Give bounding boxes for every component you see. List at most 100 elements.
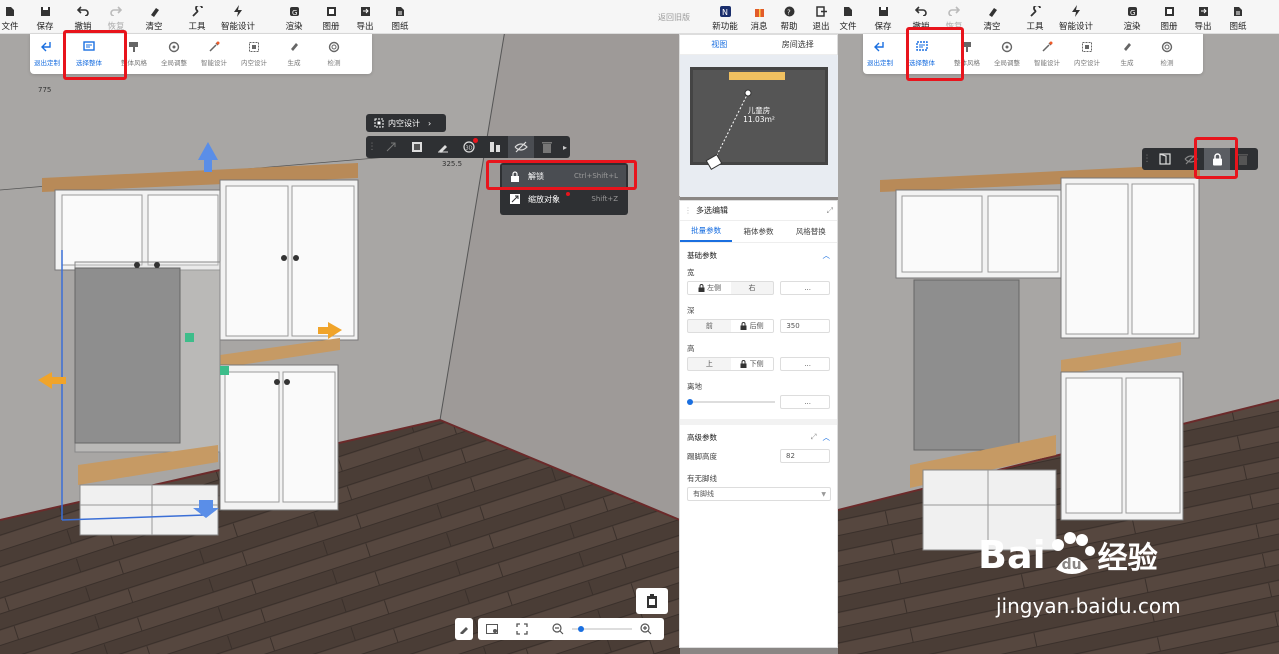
minimap-tabs: 视图 房间选择 [680, 35, 837, 55]
global-adjust-button[interactable]: 全局调整 [154, 34, 194, 74]
eye-hidden-icon [514, 141, 528, 153]
toolbar-undo[interactable]: 撤销 [64, 0, 102, 34]
collapse-chevron-icon[interactable]: ︿ [823, 250, 831, 261]
toolbar-export[interactable]: 导出 [1186, 0, 1220, 34]
lock-icon [740, 360, 747, 368]
view-controls [478, 618, 664, 640]
ground-slider[interactable] [687, 395, 775, 409]
smart-design-button[interactable]: 智能设计 [1027, 34, 1067, 74]
toolbar-drawing[interactable]: 图纸 [1220, 0, 1256, 34]
pencil-icon [460, 627, 468, 634]
camera-settings-icon[interactable] [486, 624, 500, 634]
watermark-jingyan: 经验 [1097, 541, 1158, 576]
toolbar-render[interactable]: G 渲染 [274, 0, 314, 34]
generate-button[interactable]: 生成 [1107, 34, 1147, 74]
inner-design-icon [1082, 42, 1092, 52]
file-icon [4, 5, 16, 17]
album-icon [325, 5, 337, 17]
right-screenshot: 文件 保存 撤销 恢复 清空 工具 智能设计 G 渲染 图册 导出 图纸 退出定… [838, 0, 1279, 654]
brush-button[interactable] [430, 136, 456, 158]
plinth-height-input[interactable]: 82 [780, 449, 830, 463]
inner-design-button[interactable]: 内空设计 [1067, 34, 1107, 74]
advanced-params-heading: 高级参数 [687, 432, 717, 442]
drag-handle-icon[interactable]: ⋮ [366, 136, 378, 158]
toolbar-export[interactable]: 导出 [348, 0, 382, 34]
depth-side-toggle[interactable]: 前 后侧 [687, 319, 775, 333]
smart-design-button[interactable]: 智能设计 [194, 34, 234, 74]
scale-object-menu-item[interactable]: 缩放对象 Shift+Z [502, 187, 626, 211]
tab-room-select[interactable]: 房间选择 [759, 35, 838, 54]
zoom-out-icon[interactable] [552, 623, 564, 635]
door-button[interactable] [1152, 148, 1178, 170]
tab-style-replace[interactable]: 风格替换 [785, 221, 837, 242]
rotate-button[interactable]: 3D [456, 136, 482, 158]
more-arrow-icon[interactable]: ▸ [560, 136, 570, 158]
toolbar-clear[interactable]: 清空 [972, 0, 1012, 34]
expand-icon[interactable]: ⤢ [827, 206, 833, 216]
toolbar-clear[interactable]: 清空 [134, 0, 174, 34]
toolbar-new-feature[interactable]: N 新功能 [706, 0, 744, 34]
drag-handle-icon[interactable]: ⋮ [684, 206, 692, 215]
toolbar-file[interactable]: 文件 [838, 0, 858, 34]
render-icon: G [1126, 5, 1138, 17]
toolbar-smart-design[interactable]: 智能设计 [216, 0, 260, 34]
wrench-icon [191, 5, 203, 17]
toolbar-drawing[interactable]: 图纸 [382, 0, 418, 34]
exit-custom-button[interactable]: 退出定制 [30, 34, 64, 74]
tab-view[interactable]: 视图 [680, 35, 759, 54]
toolbar-save[interactable]: 保存 [26, 0, 64, 34]
depth-value-input[interactable]: 350 [780, 319, 830, 333]
drag-handle-icon[interactable]: ⋮ [1142, 148, 1152, 170]
move-tool-button[interactable] [378, 136, 404, 158]
edit-mode-button[interactable] [455, 618, 473, 640]
tab-batch-params[interactable]: 批量参数 [680, 221, 733, 242]
lock-icon [740, 322, 747, 330]
toolbar-messages[interactable]: 消息 [744, 0, 774, 34]
expand-icon[interactable]: ⤢ [811, 432, 817, 442]
redo-icon [110, 5, 122, 17]
camera-icon[interactable] [700, 85, 760, 175]
multi-edit-panel: ⋮ 多选编辑 ⤢ 批量参数 箱体参数 风格替换 基础参数 ︿ 宽 左侧 右 ..… [679, 200, 838, 648]
collapse-chevron-icon[interactable]: ︿ [823, 432, 831, 443]
exit-custom-button[interactable]: 退出定制 [863, 34, 897, 74]
toolbar-help[interactable]: ? 帮助 [774, 0, 804, 34]
width-value-input[interactable]: ... [780, 281, 830, 295]
clipboard-button[interactable] [636, 588, 668, 614]
back-old-version-link[interactable]: 返回旧版 [654, 0, 694, 34]
ground-value-input[interactable]: ... [780, 395, 830, 409]
toolbar-file[interactable]: 文件 [0, 0, 20, 34]
toolbar-tools[interactable]: 工具 [1016, 0, 1054, 34]
tab-box-params[interactable]: 箱体参数 [732, 221, 784, 242]
toolbar-render[interactable]: G 渲染 [1112, 0, 1152, 34]
generate-button[interactable]: 生成 [274, 34, 314, 74]
global-adjust-icon [1001, 41, 1013, 53]
detect-button[interactable]: 检测 [314, 34, 354, 74]
minimap-canvas[interactable]: 儿童房 11.03m² [680, 55, 838, 197]
toolbar-album[interactable]: 图册 [1152, 0, 1186, 34]
toolbar-exit[interactable]: 退出 [804, 0, 838, 34]
height-side-toggle[interactable]: 上 下侧 [687, 357, 775, 371]
fullscreen-icon[interactable] [516, 623, 528, 635]
toolbar-tools[interactable]: 工具 [178, 0, 216, 34]
has-plinth-select[interactable]: 有脚线 ▼ [687, 487, 831, 501]
detect-button[interactable]: 检测 [1147, 34, 1187, 74]
width-side-toggle[interactable]: 左侧 右 [687, 281, 775, 295]
toolbar-album[interactable]: 图册 [314, 0, 348, 34]
inner-design-button[interactable]: 内空设计 [234, 34, 274, 74]
save-icon [39, 5, 51, 17]
wrench-icon [1029, 5, 1041, 17]
toolbar-save[interactable]: 保存 [864, 0, 902, 34]
slider-handle[interactable] [687, 399, 693, 405]
album-icon [1163, 5, 1175, 17]
hide-button[interactable] [508, 136, 534, 158]
zoom-in-icon[interactable] [640, 623, 652, 635]
global-adjust-button[interactable]: 全局调整 [987, 34, 1027, 74]
zoom-slider[interactable] [572, 626, 632, 632]
delete-button[interactable] [534, 136, 560, 158]
align-button[interactable] [482, 136, 508, 158]
toolbar-smart-design[interactable]: 智能设计 [1054, 0, 1098, 34]
toolbar-redo[interactable]: 恢复 [102, 0, 130, 34]
material-button[interactable] [404, 136, 430, 158]
inner-design-chip[interactable]: 内空设计 › [366, 114, 446, 132]
height-value-input[interactable]: ... [780, 357, 830, 371]
